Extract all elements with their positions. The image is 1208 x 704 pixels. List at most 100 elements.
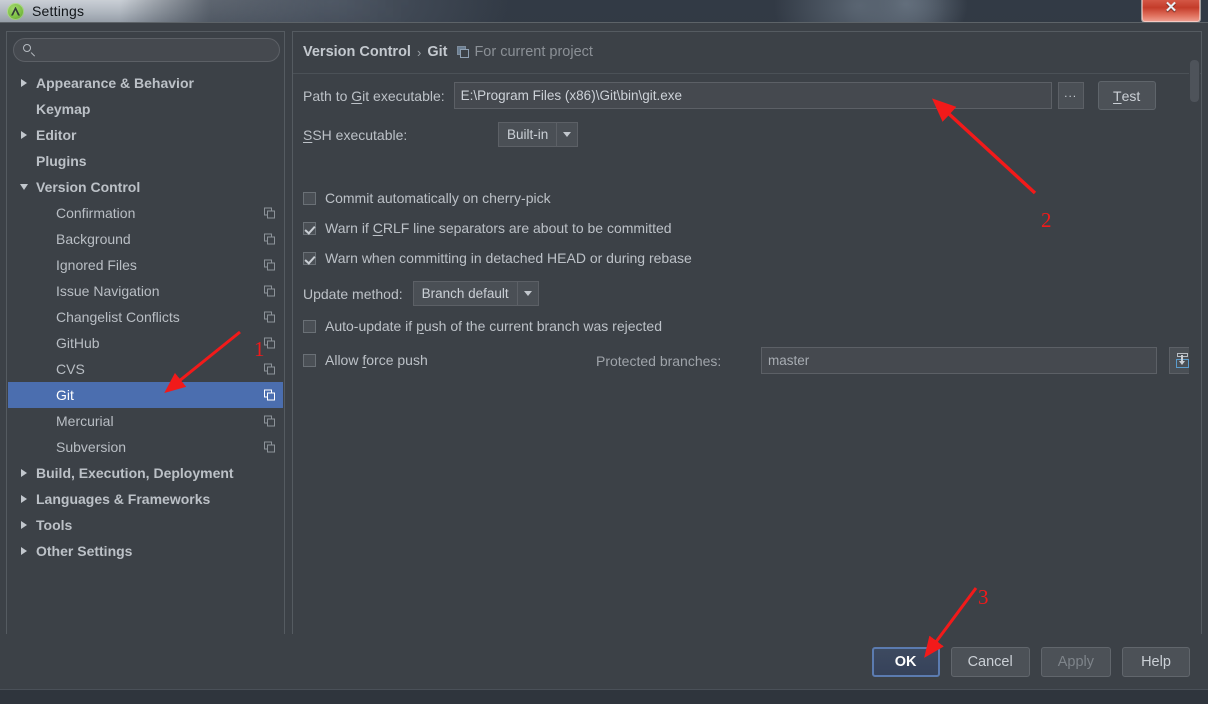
settings-sidebar: Appearance & Behavior KeymapEditor Plugins… [6, 31, 285, 656]
sidebar-item-label: Plugins [36, 153, 87, 169]
scope-note: For current project [474, 44, 592, 60]
project-scope-icon [264, 390, 275, 401]
annotation-number-1: 1 [254, 337, 265, 362]
project-scope-icon [264, 286, 275, 297]
settings-content-panel: Version Control › Git For current projec… [292, 31, 1202, 656]
breadcrumb-separator: › [417, 45, 421, 60]
breadcrumb-leaf: Git [427, 44, 447, 60]
breadcrumb-root[interactable]: Version Control [303, 44, 411, 60]
chevron-right-icon[interactable] [18, 518, 32, 532]
content-scrollbar[interactable] [1189, 33, 1200, 656]
search-box[interactable] [13, 38, 280, 62]
commit-on-cherry-pick-row[interactable]: Commit automatically on cherry-pick [303, 190, 551, 206]
project-scope-icon [457, 46, 469, 58]
sidebar-item-label: Build, Execution, Deployment [36, 465, 234, 481]
chevron-right-icon[interactable] [18, 544, 32, 558]
ssh-executable-label: SSH executable: [303, 127, 498, 143]
project-scope-icon [264, 234, 275, 245]
android-studio-icon [7, 3, 24, 20]
auto-update-checkbox[interactable] [303, 320, 316, 333]
allow-force-push-checkbox[interactable] [303, 354, 316, 367]
annotation-number-2: 2 [1041, 208, 1052, 233]
allow-force-push-row[interactable]: Allow force push [303, 352, 428, 368]
ok-button[interactable]: OK [872, 647, 940, 677]
content-divider [293, 73, 1201, 74]
sidebar-item-cvs[interactable]: CVS [8, 356, 283, 382]
warn-crlf-row[interactable]: Warn if CRLF line separators are about t… [303, 220, 672, 236]
window-title: Settings [32, 3, 84, 19]
chevron-right-icon[interactable] [18, 76, 32, 90]
search-input[interactable] [36, 43, 279, 57]
sidebar-item-changelist-conflicts[interactable]: Changelist Conflicts [8, 304, 283, 330]
sidebar-item-other-settings[interactable]: Other Settings [8, 538, 283, 564]
sidebar-item-label: Background [56, 231, 131, 247]
window-titlebar: Settings [0, 0, 1208, 22]
sidebar-item-label: Ignored Files [56, 257, 137, 273]
sidebar-item-appearance-behavior[interactable]: Appearance & Behavior [8, 70, 283, 96]
ssh-executable-value: Built-in [499, 123, 556, 146]
auto-update-label: Auto-update if push of the current branc… [325, 318, 662, 334]
project-scope-icon [264, 208, 275, 219]
commit-on-cherry-pick-checkbox[interactable] [303, 192, 316, 205]
sidebar-item-label: Other Settings [36, 543, 132, 559]
sidebar-item-build-execution-deployment[interactable]: Build, Execution, Deployment [8, 460, 283, 486]
close-icon: ✕ [1165, 0, 1178, 22]
sidebar-item-confirmation[interactable]: Confirmation [8, 200, 283, 226]
protected-branches-input[interactable] [761, 347, 1157, 374]
sidebar-item-keymap[interactable]: Keymap [8, 96, 283, 122]
allow-force-push-label: Allow force push [325, 352, 428, 368]
close-button[interactable]: ✕ [1141, 0, 1201, 23]
help-button[interactable]: Help [1122, 647, 1190, 677]
annotation-number-3: 3 [978, 585, 989, 610]
project-scope-icon [264, 364, 275, 375]
settings-tree: Appearance & Behavior KeymapEditor Plugins… [8, 70, 283, 654]
settings-dialog-body: Appearance & Behavior KeymapEditor Plugins… [0, 22, 1208, 690]
sidebar-item-tools[interactable]: Tools [8, 512, 283, 538]
protected-branches-label: Protected branches: [596, 353, 721, 369]
sidebar-item-label: Git [56, 387, 74, 403]
chevron-right-icon[interactable] [18, 492, 32, 506]
sidebar-item-git[interactable]: Git [8, 382, 283, 408]
chevron-down-icon [517, 282, 538, 305]
sidebar-item-subversion[interactable]: Subversion [8, 434, 283, 460]
warn-crlf-checkbox[interactable] [303, 222, 316, 235]
ssh-executable-combo[interactable]: Built-in [498, 122, 578, 147]
browse-button[interactable]: ... [1058, 82, 1084, 109]
update-method-value: Branch default [414, 282, 517, 305]
update-method-combo[interactable]: Branch default [413, 281, 539, 306]
sidebar-item-ignored-files[interactable]: Ignored Files [8, 252, 283, 278]
sidebar-item-background[interactable]: Background [8, 226, 283, 252]
sidebar-item-mercurial[interactable]: Mercurial [8, 408, 283, 434]
warn-detached-head-row[interactable]: Warn when committing in detached HEAD or… [303, 250, 692, 266]
sidebar-item-plugins[interactable]: Plugins [8, 148, 283, 174]
path-to-git-label: Path to Git executable: [303, 88, 445, 104]
sidebar-item-languages-frameworks[interactable]: Languages & Frameworks [8, 486, 283, 512]
sidebar-item-label: Appearance & Behavior [36, 75, 194, 91]
ssh-executable-row: SSH executable: Built-in [303, 122, 578, 147]
settings-window: Settings ✕ Appearance & Behavior KeymapEd… [0, 0, 1208, 689]
project-scope-icon [264, 442, 275, 453]
window-bottom-strip [0, 689, 1208, 704]
sidebar-item-issue-navigation[interactable]: Issue Navigation [8, 278, 283, 304]
chevron-down-icon[interactable] [18, 180, 32, 194]
twisty-spacer [18, 154, 32, 168]
breadcrumb: Version Control › Git For current projec… [303, 44, 593, 60]
path-to-git-input[interactable] [454, 82, 1052, 109]
sidebar-item-label: Issue Navigation [56, 283, 160, 299]
sidebar-item-label: Languages & Frameworks [36, 491, 210, 507]
chevron-right-icon[interactable] [18, 466, 32, 480]
warn-detached-head-checkbox[interactable] [303, 252, 316, 265]
sidebar-item-github[interactable]: GitHub [8, 330, 283, 356]
chevron-down-icon [556, 123, 577, 146]
sidebar-item-version-control[interactable]: Version Control [8, 174, 283, 200]
update-method-label: Update method: [303, 286, 403, 302]
cancel-button[interactable]: Cancel [951, 647, 1030, 677]
sidebar-item-editor[interactable]: Editor [8, 122, 283, 148]
scrollbar-thumb[interactable] [1190, 60, 1199, 102]
test-button[interactable]: Test [1098, 81, 1156, 110]
apply-button: Apply [1041, 647, 1111, 677]
warn-detached-head-label: Warn when committing in detached HEAD or… [325, 250, 692, 266]
chevron-right-icon[interactable] [18, 128, 32, 142]
auto-update-row[interactable]: Auto-update if push of the current branc… [303, 318, 662, 334]
project-scope-icon [264, 416, 275, 427]
